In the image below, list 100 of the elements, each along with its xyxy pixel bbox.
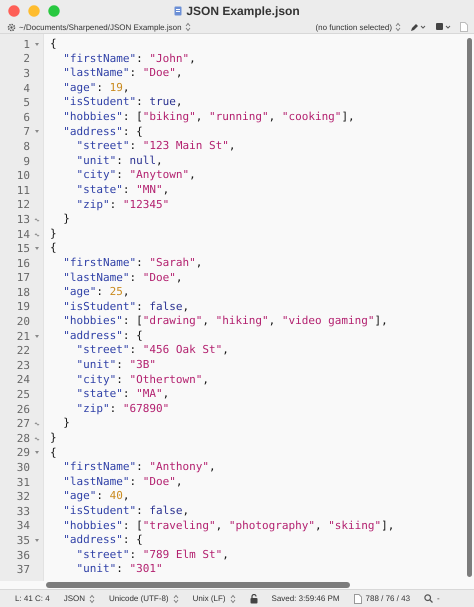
- lock-icon[interactable]: [250, 594, 258, 604]
- punctuation: :: [136, 256, 144, 269]
- punctuation: : [: [122, 518, 143, 532]
- search-status: -: [437, 594, 440, 603]
- tilde-icon[interactable]: [34, 230, 40, 238]
- line-number: 32: [16, 490, 30, 504]
- triangle-icon[interactable]: [34, 449, 40, 456]
- tilde-icon[interactable]: [34, 420, 40, 428]
- punctuation: :: [136, 460, 144, 474]
- punctuation: ,: [156, 154, 163, 167]
- json-key: "city": [76, 372, 116, 386]
- number-value: 40: [110, 489, 123, 502]
- window-title: JSON Example.json: [186, 4, 300, 18]
- string-value: "67890": [122, 402, 170, 415]
- punctuation: }: [50, 431, 57, 444]
- line-number: 36: [16, 548, 30, 562]
- triangle-icon[interactable]: [34, 245, 40, 252]
- document-icon: [174, 6, 182, 16]
- json-key: "city": [76, 168, 116, 182]
- language-menu[interactable]: JSON: [64, 594, 86, 603]
- json-key: "firstName": [63, 256, 136, 269]
- punctuation: }: [50, 226, 57, 240]
- punctuation: ,: [176, 270, 182, 284]
- line-number: 34: [16, 519, 30, 532]
- triangle-icon[interactable]: [34, 128, 40, 136]
- line-number: 24: [16, 373, 30, 386]
- line-number: 4: [23, 82, 30, 95]
- path-menu[interactable]: ~/Documents/Sharpened/JSON Example.json: [19, 22, 182, 32]
- search-icon[interactable]: [424, 594, 434, 603]
- json-key: "firstName": [63, 52, 136, 65]
- string-value: "hiking": [216, 314, 269, 328]
- json-key: "age": [63, 80, 96, 94]
- punctuation: :: [122, 387, 130, 400]
- json-key: "unit": [76, 154, 116, 167]
- punctuation: ,: [182, 504, 190, 517]
- function-menu[interactable]: (no function selected): [316, 22, 392, 32]
- punctuation: {: [50, 37, 57, 50]
- punctuation: ,: [216, 518, 224, 532]
- triangle-icon[interactable]: [34, 536, 40, 544]
- line-number: 5: [23, 96, 30, 110]
- string-value: "Anytown": [130, 168, 190, 182]
- punctuation: ,: [268, 314, 276, 328]
- punctuation: :: [136, 52, 144, 65]
- up-down-arrow-icon: [230, 594, 236, 604]
- punctuation: ,: [182, 300, 190, 313]
- line-number: 21: [16, 330, 30, 343]
- settings-icon[interactable]: [7, 22, 16, 32]
- line-number: 9: [23, 154, 30, 168]
- punctuation: : [: [122, 314, 143, 328]
- line-number: 19: [16, 300, 30, 314]
- punctuation: :: [136, 300, 144, 313]
- punctuation: ,: [162, 387, 170, 400]
- window-control-icon[interactable]: [48, 4, 60, 16]
- json-key: "address": [63, 533, 123, 546]
- page-icon[interactable]: [460, 22, 468, 32]
- string-value: "Othertown": [130, 372, 202, 386]
- punctuation: :: [129, 474, 138, 488]
- window-control-icon[interactable]: [8, 4, 20, 16]
- scrollbar-thumb[interactable]: [467, 38, 472, 577]
- triangle-icon[interactable]: [34, 40, 40, 48]
- punctuation: ,: [176, 66, 182, 80]
- line-number: 20: [16, 315, 30, 328]
- punctuation: :: [122, 182, 130, 196]
- json-key: "firstName": [63, 460, 136, 474]
- string-value: "biking": [142, 110, 196, 123]
- tilde-icon[interactable]: [34, 434, 40, 442]
- triangle-icon[interactable]: [34, 332, 40, 340]
- line-number: 10: [16, 169, 30, 182]
- string-value: "Doe": [142, 270, 176, 284]
- up-down-arrow-icon: [184, 22, 191, 32]
- punctuation: ],: [381, 518, 394, 532]
- scrollbar-thumb[interactable]: [46, 582, 350, 588]
- square-icon[interactable]: [435, 22, 451, 32]
- punctuation: ,: [202, 314, 210, 328]
- punctuation: : {: [122, 124, 143, 138]
- punctuation: ,: [196, 256, 202, 269]
- punctuation: :: [96, 489, 104, 502]
- up-down-arrow-icon: [395, 22, 401, 32]
- string-value: "skiing": [328, 518, 382, 532]
- keyword: null: [130, 154, 156, 167]
- json-key: "zip": [76, 198, 110, 211]
- punctuation: ],: [374, 314, 388, 328]
- line-number: 2: [23, 52, 30, 66]
- punctuation: :: [116, 372, 124, 386]
- encoding-menu[interactable]: Unicode (UTF-8): [109, 594, 169, 603]
- punctuation: }: [63, 212, 70, 226]
- pen-icon[interactable]: [410, 22, 426, 32]
- punctuation: ,: [189, 52, 196, 65]
- keyword: true: [149, 95, 176, 108]
- line-number: 27: [16, 417, 30, 430]
- string-value: "Doe": [142, 66, 176, 80]
- punctuation: ,: [176, 95, 182, 108]
- line-number: 15: [16, 242, 30, 256]
- punctuation: ,: [222, 548, 229, 561]
- line-number: 22: [16, 344, 30, 358]
- line-endings-menu[interactable]: Unix (LF): [192, 594, 226, 603]
- punctuation: ,: [189, 168, 196, 182]
- tilde-icon[interactable]: [34, 216, 40, 223]
- punctuation: ,: [122, 80, 130, 94]
- punctuation: :: [136, 95, 144, 108]
